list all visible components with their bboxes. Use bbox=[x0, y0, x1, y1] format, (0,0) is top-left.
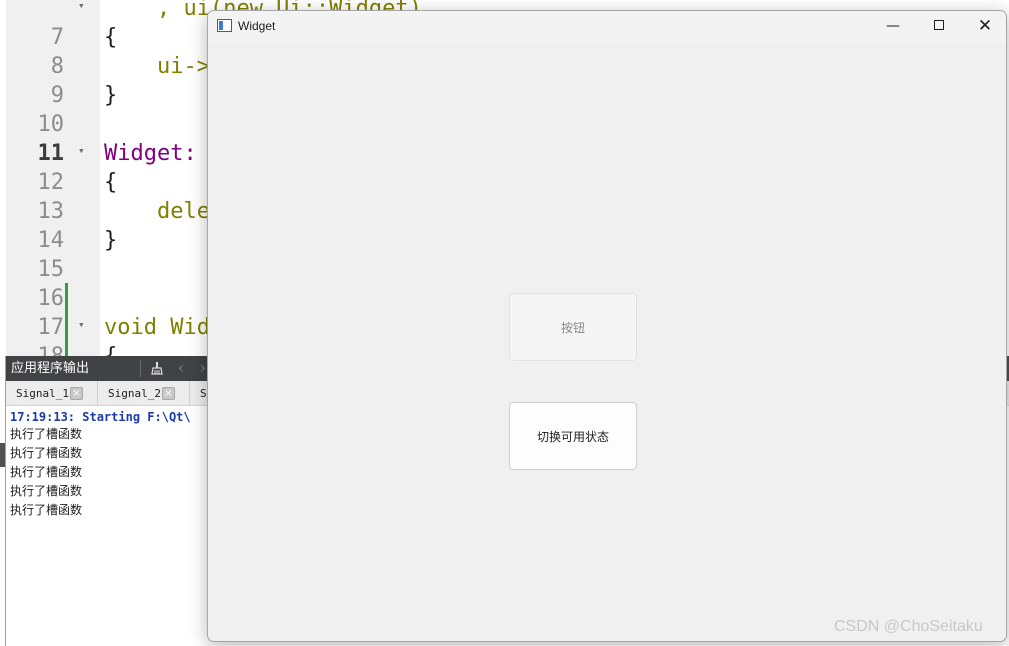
code-text: } bbox=[104, 228, 118, 253]
code-text: } bbox=[104, 83, 118, 108]
watermark: CSDN @ChoSeitaku bbox=[834, 618, 983, 635]
app-window-icon bbox=[217, 19, 232, 32]
output-line: 执行了槽函数 bbox=[10, 465, 83, 479]
output-line: 执行了槽函数 bbox=[10, 484, 83, 498]
close-icon[interactable]: × bbox=[162, 387, 175, 400]
close-icon[interactable]: × bbox=[70, 387, 83, 400]
output-line: 执行了槽函数 bbox=[10, 503, 83, 517]
maximize-button[interactable] bbox=[916, 11, 962, 41]
broom-icon[interactable] bbox=[149, 361, 165, 377]
output-pane-title: 应用程序输出 bbox=[11, 361, 90, 376]
output-tab[interactable]: Signal_2 × bbox=[98, 381, 190, 406]
code-text: { bbox=[104, 342, 117, 356]
minimize-button[interactable]: — bbox=[870, 11, 916, 41]
pane-border bbox=[5, 356, 6, 646]
fold-arrow-icon[interactable]: ▾ bbox=[78, 139, 88, 163]
toolbar-divider bbox=[140, 360, 141, 377]
code-text: { bbox=[104, 170, 118, 195]
output-line: 执行了槽函数 bbox=[10, 446, 83, 460]
desktop: 7 ▾ , ui(new Ui::Widget) 8 { 9 ui-> 10 }… bbox=[0, 0, 1009, 646]
code-text: dele bbox=[104, 199, 210, 224]
code-text: ui-> bbox=[104, 54, 210, 79]
output-tab[interactable]: Signal_1 × bbox=[6, 381, 98, 406]
output-tab-label: Signal_2 bbox=[108, 387, 161, 400]
code-text: void Wid bbox=[104, 315, 210, 340]
output-start-line: 17:19:13: Starting F:\Qt\ bbox=[10, 410, 191, 424]
chevron-left-icon[interactable]: ‹ bbox=[174, 358, 188, 378]
window-title: Widget bbox=[238, 19, 276, 33]
output-tab-label: S bbox=[200, 387, 207, 400]
output-tab-label: Signal_1 bbox=[16, 387, 69, 400]
fold-arrow-icon[interactable]: ▾ bbox=[78, 313, 88, 337]
disabled-push-button[interactable]: 按钮 bbox=[509, 293, 637, 361]
title-bar[interactable]: Widget — ✕ bbox=[208, 11, 1006, 43]
maximize-icon bbox=[934, 20, 944, 30]
close-button[interactable]: ✕ bbox=[962, 11, 1006, 41]
toggle-enabled-button[interactable]: 切换可用状态 bbox=[509, 402, 637, 470]
code-text: Widget: bbox=[104, 141, 197, 166]
output-line: 执行了槽函数 bbox=[10, 427, 83, 441]
fold-arrow-icon[interactable]: ▾ bbox=[78, 0, 88, 18]
splitter-handle[interactable] bbox=[0, 443, 5, 467]
widget-window: Widget — ✕ 按钮 切换可用状态 bbox=[207, 10, 1007, 642]
code-text: { bbox=[104, 25, 118, 50]
